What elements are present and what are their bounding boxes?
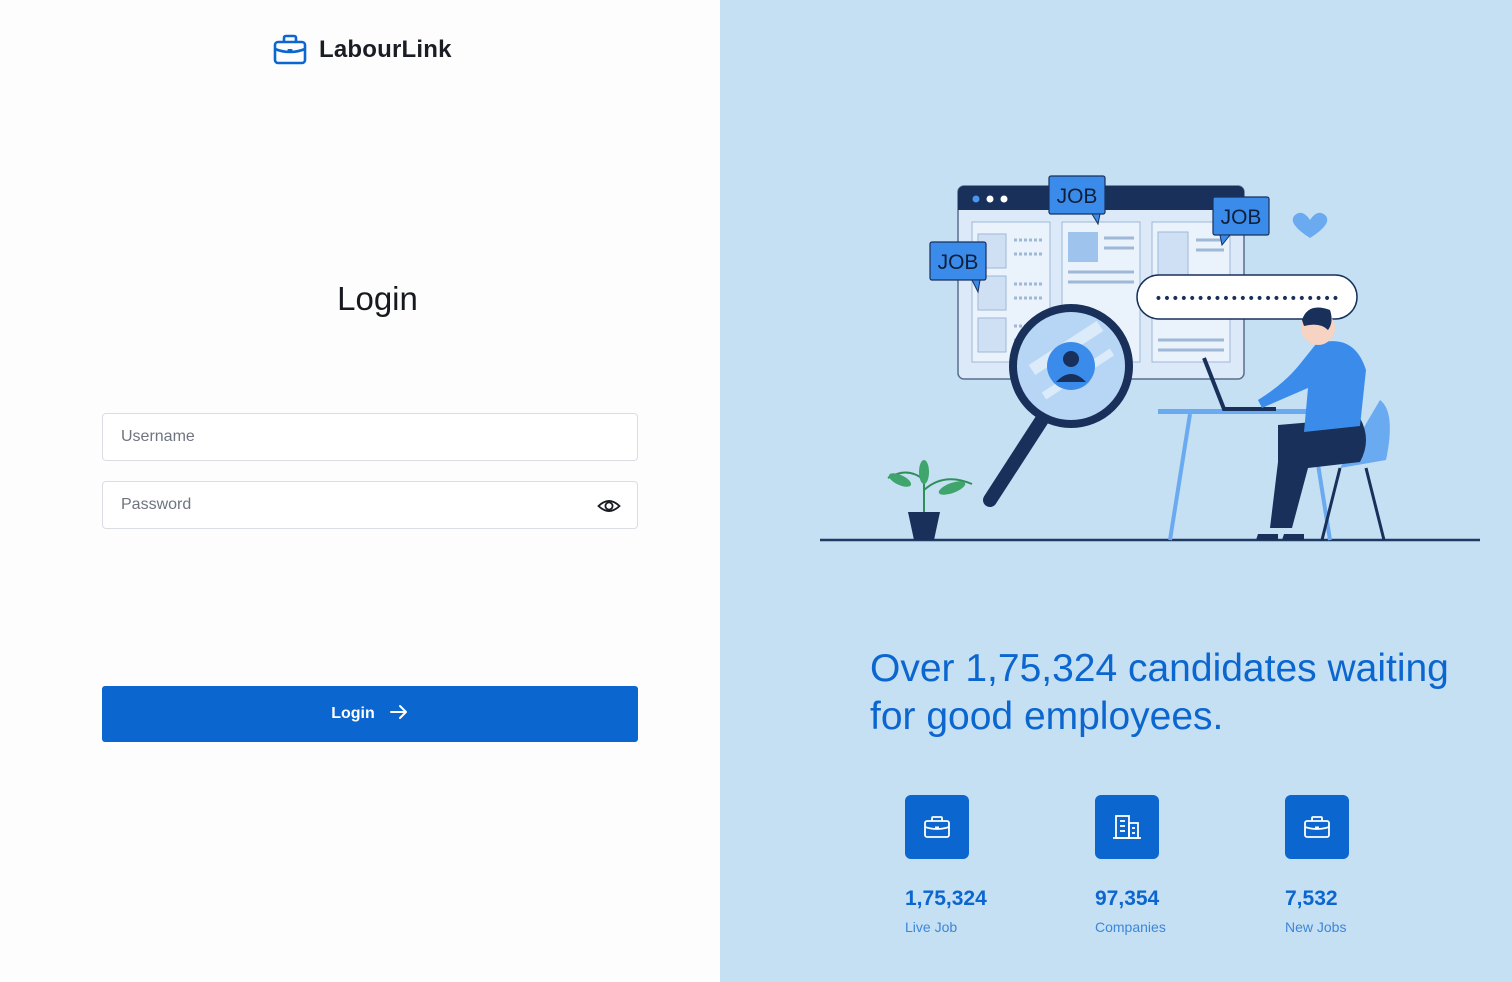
stat-value: 1,75,324 — [905, 887, 987, 910]
stat-label: New Jobs — [1285, 919, 1347, 935]
svg-text:JOB: JOB — [938, 251, 979, 274]
briefcase-icon — [273, 34, 307, 66]
password-input[interactable] — [103, 482, 637, 528]
svg-text:JOB: JOB — [1057, 185, 1098, 208]
page-title: Login — [337, 280, 418, 317]
arrow-right-icon — [389, 703, 409, 726]
svg-text:JOB: JOB — [1221, 206, 1262, 229]
password-field[interactable] — [102, 481, 638, 529]
svg-text:••••••••••••••••••••••: •••••••••••••••••••••• — [1154, 291, 1339, 307]
brand-logo[interactable]: LabourLink — [273, 34, 452, 66]
login-button[interactable]: Login — [102, 686, 638, 742]
login-button-label: Login — [331, 705, 375, 722]
job-search-illustration: JOB JOB JOB •••••••••••••••••••••• — [820, 175, 1480, 542]
building-icon — [1095, 795, 1159, 859]
username-field[interactable] — [102, 413, 638, 461]
promo-panel: JOB JOB JOB •••••••••••••••••••••• Over … — [720, 0, 1512, 982]
briefcase-icon — [1285, 795, 1349, 859]
stat-companies: 97,354 Companies — [1095, 795, 1255, 935]
stat-live-job: 1,75,324 Live Job — [905, 795, 1065, 935]
login-panel: LabourLink Login Login — [0, 0, 720, 982]
briefcase-icon — [905, 795, 969, 859]
username-input[interactable] — [103, 414, 637, 460]
brand-name: LabourLink — [319, 36, 452, 63]
stat-value: 97,354 — [1095, 887, 1160, 910]
stat-label: Companies — [1095, 919, 1166, 935]
stat-label: Live Job — [905, 919, 958, 935]
promo-headline: Over 1,75,324 candidates waiting for goo… — [870, 647, 1449, 738]
stat-value: 7,532 — [1285, 887, 1338, 910]
eye-icon[interactable] — [597, 495, 621, 517]
stat-new-jobs: 7,532 New Jobs — [1285, 795, 1445, 935]
